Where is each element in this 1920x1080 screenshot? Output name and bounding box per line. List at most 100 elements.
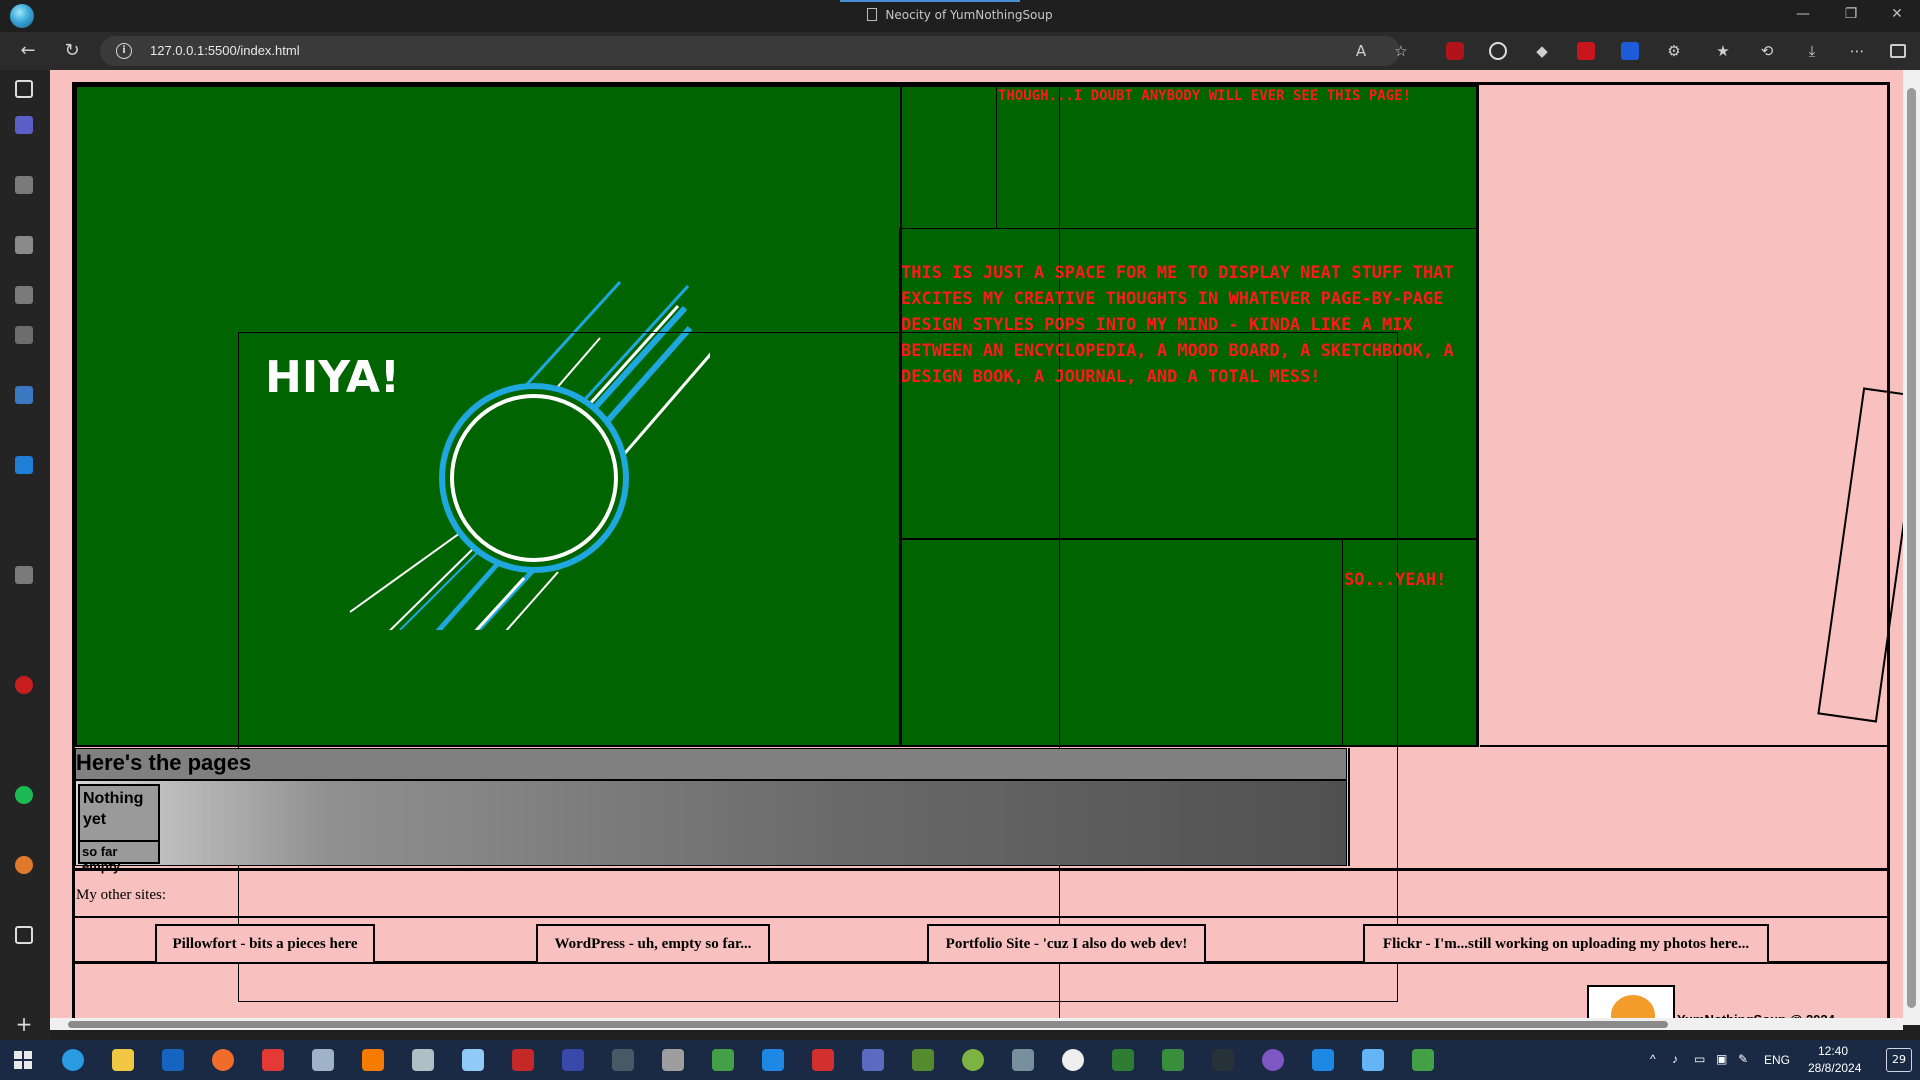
address-text[interactable]: 127.0.0.1:5500/index.html [150,43,300,58]
bitwarden-shield-icon[interactable] [1621,42,1639,60]
pages-area [75,780,1347,866]
add-icon[interactable]: + [15,1014,33,1034]
extensions-icon[interactable]: ⚙ [1665,42,1683,60]
sidebar-app-icon[interactable] [15,856,33,874]
taskbar-app-icon[interactable] [762,1049,784,1071]
greeting-heading: HIYA! [265,352,400,403]
page-viewport: HIYA! Though...I doubt anybody will ever… [50,70,1903,1025]
language-indicator[interactable]: ENG [1764,1053,1790,1067]
outlook-icon[interactable] [162,1049,184,1071]
note-main-text: This is just a space for me to display n… [901,263,1454,387]
address-bar[interactable]: i 127.0.0.1:5500/index.html [100,36,1400,66]
flickr-link[interactable]: Flickr - I'm...still working on uploadin… [1363,924,1769,964]
taskbar-app-icon[interactable] [912,1049,934,1071]
note-end-text: So...yeah! [1344,570,1447,590]
document-icon [867,8,878,21]
vscode-icon[interactable] [1312,1049,1334,1071]
window-title: Neocity of YumNothingSoup [0,8,1920,22]
taskbar-app-icon[interactable] [812,1049,834,1071]
read-aloud-icon[interactable]: A [1352,42,1370,60]
notifications-button[interactable]: 29 [1886,1048,1912,1072]
taskbar-app-icon[interactable] [712,1049,734,1071]
wordpress-link[interactable]: WordPress - uh, empty so far... [536,924,770,964]
firefox-icon[interactable] [212,1049,234,1071]
taskbar-app-icon[interactable] [1362,1049,1384,1071]
volume-icon[interactable]: ♪ [1672,1052,1678,1066]
taskbar-app-icon[interactable] [1012,1049,1034,1071]
extension-red-icon[interactable] [1577,42,1595,60]
ublock-extension-icon[interactable] [1446,42,1464,60]
edge-icon[interactable] [62,1049,84,1071]
page-card-subtitle: so far empty [80,840,158,874]
taskbar-app-icon[interactable] [1112,1049,1134,1071]
sidebar-app-icon[interactable] [15,286,33,304]
taskbar-app-icon[interactable] [612,1049,634,1071]
page-icon[interactable] [15,926,33,944]
sidebar-app-icon[interactable] [15,236,33,254]
pillowfort-link[interactable]: Pillowfort - bits a pieces here [155,924,375,964]
taskbar-app-icon[interactable] [1262,1049,1284,1071]
sidebar-app-icon[interactable] [15,116,33,134]
tabs-icon[interactable] [15,80,33,98]
back-icon[interactable]: ← [16,40,40,61]
taskbar-app-icon[interactable] [312,1049,334,1071]
page-card-title: Nothing yet [83,790,144,828]
utorrent-icon[interactable] [962,1049,984,1071]
favorite-star-icon[interactable]: ☆ [1392,42,1410,60]
vlc-icon[interactable] [362,1049,384,1071]
taskbar-app-icon[interactable] [412,1049,434,1071]
tray-chevron-icon[interactable]: ^ [1650,1052,1656,1066]
restore-icon[interactable]: ❐ [1836,6,1866,22]
vertical-scrollbar[interactable] [1903,70,1920,1025]
youtube-icon[interactable] [15,676,33,694]
sidebar-app-icon[interactable] [15,456,33,474]
taskbar-app-icon[interactable] [1412,1049,1434,1071]
taskbar-app-icon[interactable] [262,1049,284,1071]
tab-indicator [840,0,1020,2]
sidebar-app-icon[interactable] [15,326,33,344]
download-icon[interactable]: ⤓ [1803,42,1821,60]
taskbar-app-icon[interactable] [862,1049,884,1071]
network-icon[interactable]: ▣ [1716,1052,1727,1066]
battery-icon[interactable]: ▭ [1694,1052,1705,1066]
pen-icon[interactable]: ✎ [1738,1052,1748,1066]
extension-circle-icon[interactable] [1489,42,1507,60]
windows-start-icon[interactable] [14,1051,32,1069]
history-icon[interactable]: ⟲ [1758,42,1776,60]
file-explorer-icon[interactable] [112,1049,134,1071]
other-sites-bar [75,868,1888,918]
taskbar-app-icon[interactable] [512,1049,534,1071]
note-top-text: Though...I doubt anybody will ever see t… [998,88,1412,104]
horizontal-scrollbar[interactable] [50,1018,1903,1030]
refresh-icon[interactable]: ↻ [60,40,84,61]
spotify-icon[interactable] [15,786,33,804]
browser-toolbar: ← ↻ i 127.0.0.1:5500/index.html A ☆ ◆ ⚙ … [0,32,1920,70]
horizontal-scroll-thumb[interactable] [68,1021,1668,1028]
clock-time[interactable]: 12:40 [1818,1044,1848,1058]
page-card[interactable]: Nothing yet so far empty [78,784,160,874]
system-tray: ^ ♪ ▭ ▣ ✎ ENG 12:40 28/8/2024 29 [1640,1040,1920,1080]
info-icon[interactable]: i [116,43,132,59]
sidebar-toggle-icon[interactable] [1890,44,1906,58]
minimize-icon[interactable]: — [1788,6,1818,22]
title-bar: Neocity of YumNothingSoup — ❐ ✕ [0,0,1920,32]
pages-right-panel [1348,748,1888,866]
taskbar-app-icon[interactable] [1212,1049,1234,1071]
python-icon[interactable] [15,386,33,404]
browser-sidebar: + [0,70,50,1055]
sidebar-app-icon[interactable] [15,176,33,194]
sidebar-app-icon[interactable] [15,566,33,584]
pages-header-bar [75,748,1347,780]
database-icon[interactable] [662,1049,684,1071]
clock-app-icon[interactable] [1062,1049,1084,1071]
taskbar-app-icon[interactable] [462,1049,484,1071]
vertical-scroll-thumb[interactable] [1907,88,1916,1008]
extension-puzzle-icon[interactable]: ◆ [1533,42,1551,60]
taskbar-app-icon[interactable] [562,1049,584,1071]
close-icon[interactable]: ✕ [1882,6,1912,22]
taskbar-app-icon[interactable] [1162,1049,1184,1071]
portfolio-link[interactable]: Portfolio Site - 'cuz I also do web dev! [927,924,1206,964]
favorites-icon[interactable]: ★ [1714,42,1732,60]
clock-date[interactable]: 28/8/2024 [1808,1061,1861,1075]
more-icon[interactable]: ⋯ [1848,42,1866,60]
